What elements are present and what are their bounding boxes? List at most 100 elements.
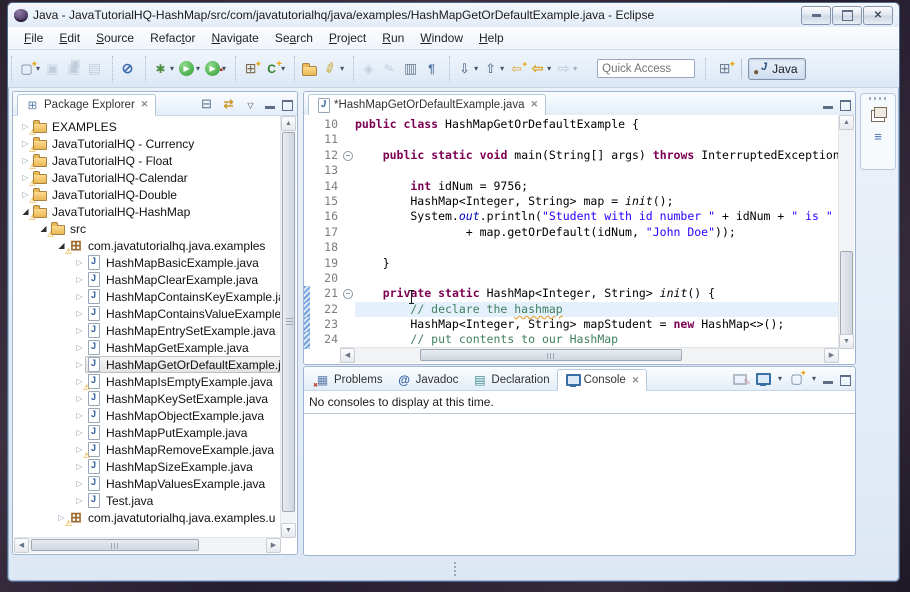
show-whitespace-button[interactable] <box>421 58 442 79</box>
tree-item[interactable]: ▷⚠HashMapClearExample.java <box>14 271 281 288</box>
tree-item[interactable]: ▷⚠HashMapGetOrDefaultExample.java <box>14 356 281 373</box>
open-console-dropdown-icon[interactable]: ▾ <box>812 374 816 383</box>
expand-arrow-icon[interactable]: ▷ <box>74 326 85 335</box>
tree-item[interactable]: ▷⚠JavaTutorialHQ - Float <box>14 152 281 169</box>
tree-item[interactable]: ▷⚠JavaTutorialHQ - Currency <box>14 135 281 152</box>
tree-item[interactable]: ▷⚠HashMapPutExample.java <box>14 424 281 441</box>
back-button[interactable]: ▾ <box>527 58 553 79</box>
minimize-view-button[interactable] <box>265 106 275 109</box>
close-tab-icon[interactable]: ✕ <box>632 375 640 386</box>
new-wizard-button[interactable]: ▾ <box>16 58 42 79</box>
expand-arrow-icon[interactable]: ▷ <box>74 343 85 352</box>
next-annotation-button[interactable]: ▾ <box>454 58 480 79</box>
tree-item[interactable]: ▷⚠HashMapContainsKeyExample.java <box>14 288 281 305</box>
code-line[interactable]: 22 // declare the hashmap <box>304 302 839 317</box>
code-line[interactable]: 21 private static HashMap<Integer, Strin… <box>304 286 839 301</box>
skip-all-breakpoints-button[interactable] <box>117 58 138 79</box>
menu-search[interactable]: Search <box>267 28 321 48</box>
tree-item[interactable]: ▷⚠com.javatutorialhq.java.examples.u <box>14 509 281 526</box>
expand-arrow-icon[interactable]: ▷ <box>74 394 85 403</box>
tree-item[interactable]: ▷⚠HashMapIsEmptyExample.java <box>14 373 281 390</box>
maximize-view-button[interactable] <box>282 100 293 111</box>
tree-item[interactable]: ▷⚠JavaTutorialHQ-Double <box>14 186 281 203</box>
menu-run[interactable]: Run <box>374 28 412 48</box>
tree-item[interactable]: ◢⚠com.javatutorialhq.java.examples <box>14 237 281 254</box>
tree-item[interactable]: ▷⚠EXAMPLES <box>14 118 281 135</box>
statusbar-drag-handle-icon[interactable] <box>454 562 456 564</box>
menu-window[interactable]: Window <box>412 28 471 48</box>
expand-arrow-icon[interactable]: ▷ <box>74 360 85 369</box>
open-console-button[interactable] <box>789 372 804 386</box>
display-selected-console-button[interactable] <box>755 372 770 386</box>
expand-arrow-icon[interactable]: ▷ <box>74 292 85 301</box>
expand-arrow-icon[interactable]: ▷ <box>74 496 85 505</box>
menu-project[interactable]: Project <box>321 28 374 48</box>
package-explorer-horizontal-scrollbar[interactable]: ◀ ▶ <box>14 537 281 553</box>
tree-item[interactable]: ▷⚠HashMapKeySetExample.java <box>14 390 281 407</box>
collapse-all-button[interactable] <box>199 96 214 111</box>
open-resource-button[interactable] <box>299 57 320 80</box>
tree-item[interactable]: ▷⚠HashMapValuesExample.java <box>14 475 281 492</box>
code-line[interactable]: 13 <box>304 163 839 178</box>
expand-arrow-icon[interactable]: ▷ <box>74 479 85 488</box>
tree-item[interactable]: ▷⚠HashMapObjectExample.java <box>14 407 281 424</box>
tree-item[interactable]: ▷⚠HashMapBasicExample.java <box>14 254 281 271</box>
code-line[interactable]: 15 HashMap<Integer, String> map = init()… <box>304 194 839 209</box>
last-edit-location-button[interactable] <box>506 58 527 79</box>
package-explorer-vertical-scrollbar[interactable]: ▲ ▼ <box>280 116 296 538</box>
previous-annotation-button[interactable]: ▾ <box>480 58 506 79</box>
close-editor-icon[interactable]: ✕ <box>530 99 538 110</box>
code-line[interactable]: 14 int idNum = 9756; <box>304 179 839 194</box>
tab-problems[interactable]: Problems <box>308 370 390 390</box>
fold-marker-icon[interactable] <box>342 148 355 163</box>
menu-edit[interactable]: Edit <box>51 28 88 48</box>
code-lines[interactable]: 10public class HashMapGetOrDefaultExampl… <box>304 115 839 349</box>
new-java-project-button[interactable] <box>240 58 261 79</box>
expand-arrow-icon[interactable]: ▷ <box>74 309 85 318</box>
expand-arrow-icon[interactable]: ▷ <box>74 411 85 420</box>
tree-item[interactable]: ▷⚠HashMapEntrySetExample.java <box>14 322 281 339</box>
tree-item[interactable]: ▷⚠HashMapGetExample.java <box>14 339 281 356</box>
maximize-console-button[interactable] <box>840 375 851 386</box>
tab-editor-hashmapgetordefaultexample[interactable]: *HashMapGetOrDefaultExample.java ✕ <box>308 94 546 116</box>
minimize-console-button[interactable] <box>823 381 833 384</box>
tree-item[interactable]: ▷⚠HashMapSizeExample.java <box>14 458 281 475</box>
java-perspective-button[interactable]: Java <box>748 58 805 80</box>
tree-item[interactable]: ◢⚠JavaTutorialHQ-HashMap <box>14 203 281 220</box>
tree-item[interactable]: ◢⚠src <box>14 220 281 237</box>
quick-access-input[interactable] <box>597 59 695 78</box>
minimize-editor-button[interactable] <box>823 106 833 109</box>
code-line[interactable]: 23 HashMap<Integer, String> mapStudent =… <box>304 317 839 332</box>
menu-help[interactable]: Help <box>471 28 512 48</box>
show-source-button[interactable] <box>400 58 421 79</box>
editor-vertical-scrollbar[interactable]: ▲ ▼ <box>838 115 854 349</box>
code-line[interactable]: 17 + map.getOrDefault(idNum, "John Doe")… <box>304 225 839 240</box>
code-line[interactable]: 20 <box>304 271 839 286</box>
expand-arrow-icon[interactable]: ▷ <box>74 462 85 471</box>
link-with-editor-button[interactable] <box>221 96 236 111</box>
fold-marker-icon[interactable] <box>342 286 355 301</box>
code-line[interactable]: 19 } <box>304 256 839 271</box>
tree-item[interactable]: ▷⚠HashMapRemoveExample.java <box>14 441 281 458</box>
expand-arrow-icon[interactable]: ▷ <box>74 275 85 284</box>
menu-file[interactable]: File <box>16 28 51 48</box>
tree-item[interactable]: ▷⚠HashMapContainsValueExample.java <box>14 305 281 322</box>
external-tools-button[interactable]: ▾ <box>202 58 228 79</box>
code-line[interactable]: 24 // put contents to our HashMap <box>304 332 839 347</box>
restore-view-icon[interactable] <box>871 110 885 122</box>
tree-item[interactable]: ▷⚠Test.java <box>14 492 281 509</box>
open-perspective-button[interactable] <box>714 58 735 79</box>
drag-handle[interactable] <box>869 97 887 100</box>
run-button[interactable]: ▾ <box>176 58 202 79</box>
code-line[interactable]: 11 <box>304 132 839 147</box>
menu-navigate[interactable]: Navigate <box>203 28 266 48</box>
debug-button[interactable]: ▾ <box>150 58 176 79</box>
view-menu-button[interactable] <box>243 96 258 111</box>
expand-arrow-icon[interactable]: ▷ <box>74 428 85 437</box>
tab-package-explorer[interactable]: ⊞ Package Explorer ✕ <box>17 94 156 116</box>
title-bar[interactable]: Java - JavaTutorialHQ-HashMap/src/com/ja… <box>8 3 899 27</box>
tab-javadoc[interactable]: Javadoc <box>390 370 466 390</box>
window-minimize-button[interactable] <box>801 6 831 25</box>
editor-horizontal-scrollbar[interactable]: ◀ ▶ <box>340 347 839 363</box>
window-close-button[interactable]: ✕ <box>863 6 893 25</box>
